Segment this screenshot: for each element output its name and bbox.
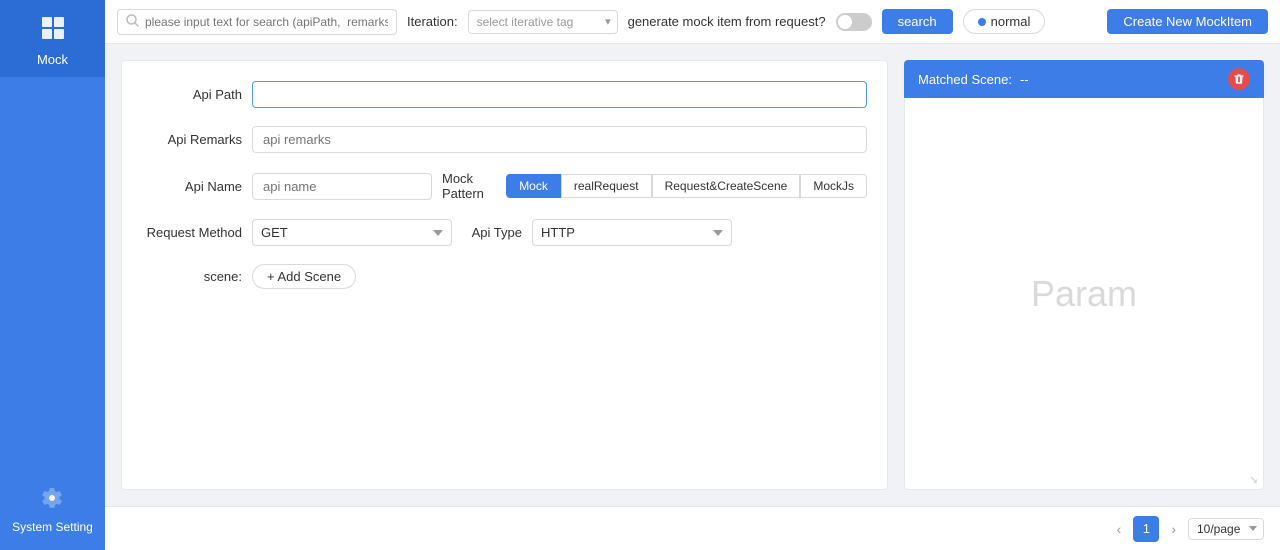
resize-handle[interactable]: ↘ [1249, 475, 1259, 485]
search-input[interactable] [145, 15, 388, 29]
search-box[interactable] [117, 9, 397, 35]
api-remarks-label: Api Remarks [142, 132, 242, 147]
sidebar-mock-section[interactable]: Mock [0, 0, 105, 77]
search-icon [126, 14, 139, 30]
pagination-current-page[interactable]: 1 [1133, 516, 1159, 542]
api-type-label: Api Type [462, 225, 522, 240]
api-name-label: Api Name [142, 179, 242, 194]
param-placeholder-text: Param [1031, 273, 1137, 315]
normal-button[interactable]: normal [963, 9, 1046, 34]
api-remarks-row: Api Remarks [142, 126, 867, 153]
iteration-select-wrapper[interactable]: select iterative tag [468, 10, 618, 34]
normal-label: normal [991, 14, 1031, 29]
sidebar-settings-section[interactable]: System Setting [12, 486, 93, 550]
delete-button[interactable] [1228, 68, 1250, 90]
pattern-mockjs-btn[interactable]: MockJs [800, 174, 867, 198]
request-method-select[interactable]: GET POST PUT DELETE [252, 219, 452, 246]
sidebar: Mock System Setting [0, 0, 105, 550]
api-type-select[interactable]: HTTP HTTPS [532, 219, 732, 246]
content-area: Api Path Api Remarks Api Name Mock Patte… [105, 44, 1280, 506]
toolbar: Iteration: select iterative tag generate… [105, 0, 1280, 44]
add-scene-button[interactable]: + Add Scene [252, 264, 356, 289]
main-area: Iteration: select iterative tag generate… [105, 0, 1280, 550]
generate-toggle[interactable] [836, 13, 872, 31]
api-path-label: Api Path [142, 87, 242, 102]
matched-scene-value: -- [1020, 72, 1029, 87]
request-method-row: Request Method GET POST PUT DELETE Api T… [142, 219, 867, 246]
sidebar-mock-label: Mock [37, 52, 68, 67]
page-size-select[interactable]: 10/page 20/page 50/page [1188, 518, 1264, 540]
scene-label: scene: [142, 269, 242, 284]
api-remarks-input[interactable] [252, 126, 867, 153]
pattern-mock-btn[interactable]: Mock [506, 174, 561, 198]
create-button[interactable]: Create New MockItem [1107, 9, 1268, 34]
api-path-input[interactable] [252, 81, 867, 108]
iteration-select[interactable]: select iterative tag [468, 10, 618, 34]
pattern-request-scene-btn[interactable]: Request&CreateScene [652, 174, 801, 198]
request-method-label: Request Method [142, 225, 242, 240]
iteration-label: Iteration: [407, 14, 458, 29]
param-area: Param ↘ [904, 98, 1264, 490]
sidebar-settings-label: System Setting [12, 520, 93, 534]
right-panel: Matched Scene: -- Param ↘ [904, 60, 1264, 490]
pagination-prev-button[interactable]: ‹ [1111, 519, 1128, 539]
api-path-row: Api Path [142, 81, 867, 108]
api-name-pattern-row: Api Name Mock Pattern Mock realRequest R… [142, 171, 867, 201]
pattern-group: Mock realRequest Request&CreateScene Moc… [506, 174, 867, 198]
pagination-next-button[interactable]: › [1165, 519, 1182, 539]
matched-scene-label: Matched Scene: [918, 72, 1012, 87]
mock-icon [39, 14, 67, 48]
scene-row: scene: + Add Scene [142, 264, 867, 289]
mock-pattern-label: Mock Pattern [442, 171, 488, 201]
generate-label: generate mock item from request? [628, 14, 826, 29]
settings-icon [40, 486, 64, 516]
form-panel: Api Path Api Remarks Api Name Mock Patte… [121, 60, 888, 490]
normal-dot [978, 18, 986, 26]
search-button[interactable]: search [882, 9, 953, 34]
api-name-input[interactable] [252, 173, 432, 200]
pattern-real-btn[interactable]: realRequest [561, 174, 652, 198]
footer: ‹ 1 › 10/page 20/page 50/page [105, 506, 1280, 550]
matched-scene-bar: Matched Scene: -- [904, 60, 1264, 98]
